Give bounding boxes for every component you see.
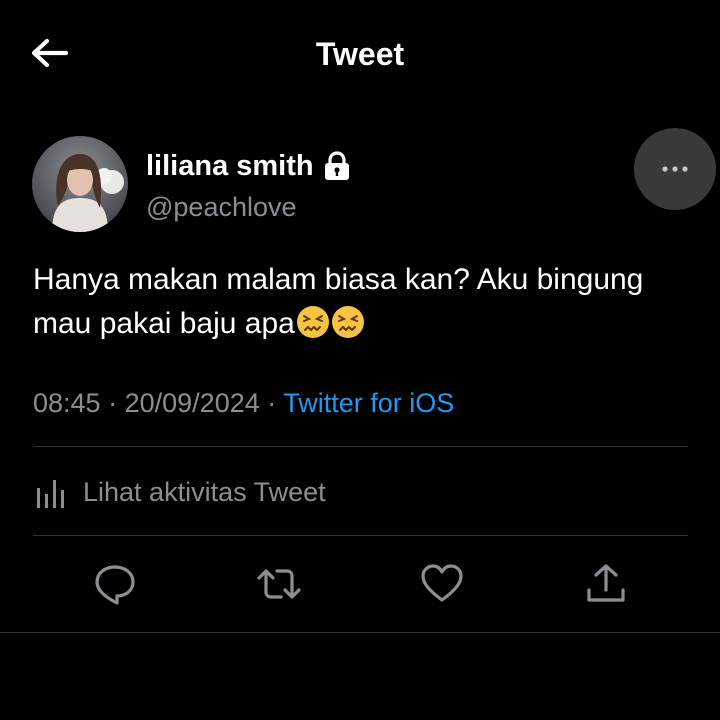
tweet-time: 08:45 [33,388,101,418]
confounded-face-emoji [296,305,330,339]
share-button[interactable] [584,562,628,606]
lock-icon [324,151,350,181]
tweet-date: 20/09/2024 [124,388,260,418]
retweet-button[interactable] [255,562,303,606]
view-activity-button[interactable]: Lihat aktivitas Tweet [33,472,326,512]
reply-icon [95,565,135,605]
reply-button[interactable] [93,562,137,606]
tweet-text: Hanya makan malam biasa kan? Aku bingung… [33,258,673,346]
meta-separator: · [108,388,118,418]
page-title: Tweet [315,36,405,72]
share-icon [587,564,625,602]
display-name[interactable]: liliana smith [146,150,314,183]
divider [0,632,720,633]
divider [33,535,688,536]
more-horizontal-icon [662,166,688,172]
author-name-row: liliana smith [146,146,350,186]
avatar[interactable] [32,136,128,232]
activity-label: Lihat aktivitas Tweet [83,476,326,507]
heart-icon [421,564,463,602]
like-button[interactable] [420,562,464,606]
meta-separator: · [267,388,277,418]
top-bar: Tweet [0,0,720,108]
tweet-meta: 08:45 · 20/09/2024 · Twitter for iOS [33,384,454,422]
user-handle[interactable]: @peachlove [146,190,297,224]
tweet-source-link[interactable]: Twitter for iOS [283,388,454,418]
confounded-face-emoji [331,305,365,339]
divider [33,446,688,447]
analytics-icon [37,480,64,508]
retweet-icon [257,569,301,599]
more-options-button[interactable] [634,128,716,210]
